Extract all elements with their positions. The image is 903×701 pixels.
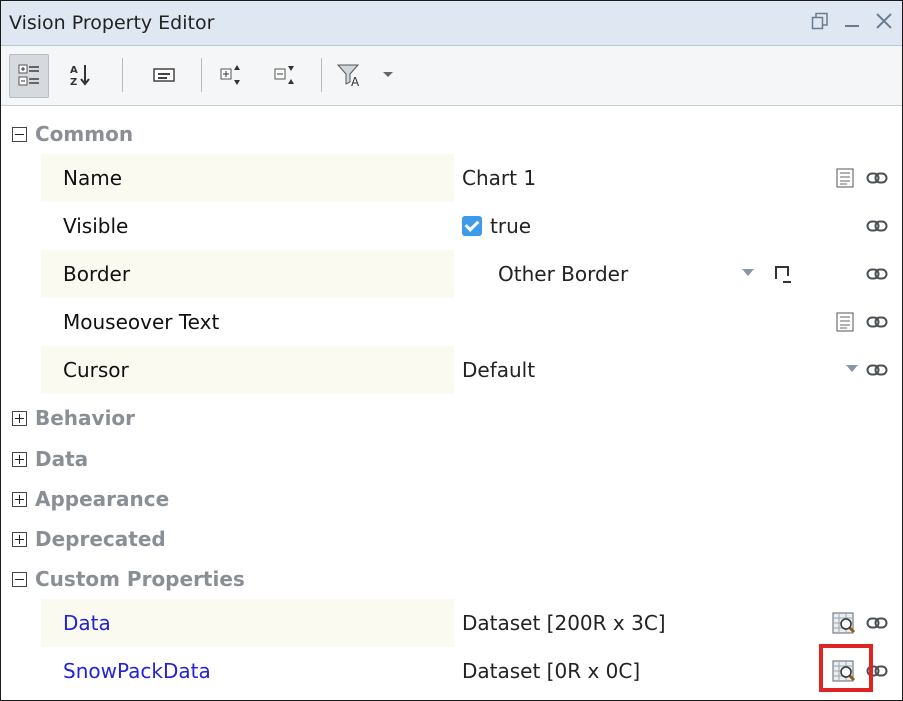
data-value: Dataset [200R x 3C] <box>462 611 666 635</box>
mouseover-text-field[interactable] <box>454 298 824 346</box>
property-label: Cursor <box>41 346 454 394</box>
toolbar-separator <box>201 58 202 92</box>
border-dropdown-arrow-icon[interactable] <box>742 269 754 276</box>
text-editor-icon[interactable] <box>834 166 856 190</box>
visible-text: true <box>490 214 532 238</box>
property-row-name[interactable]: Name Chart 1 <box>41 154 902 202</box>
property-row-cursor[interactable]: Cursor Default <box>41 346 902 394</box>
border-editor-icon[interactable] <box>771 262 795 286</box>
visible-value: true <box>454 202 824 250</box>
toolbar-separator <box>321 58 322 92</box>
link-icon[interactable] <box>864 358 890 382</box>
category-deprecated[interactable]: Deprecated <box>1 519 902 559</box>
link-icon[interactable] <box>864 310 890 334</box>
dataset-viewer-icon[interactable] <box>830 611 858 635</box>
property-row-mouseover-text[interactable]: Mouseover Text <box>41 298 902 346</box>
category-label: Common <box>35 122 134 146</box>
expand-icon[interactable] <box>12 451 27 467</box>
expand-all-icon[interactable] <box>215 54 249 96</box>
svg-text:Z: Z <box>70 77 77 88</box>
toolbar-separator <box>122 58 123 92</box>
restore-icon[interactable] <box>810 11 830 36</box>
expand-icon[interactable] <box>12 410 27 426</box>
text-editor-icon[interactable] <box>834 310 856 334</box>
close-icon[interactable] <box>874 11 894 36</box>
link-icon[interactable] <box>864 611 890 635</box>
link-icon[interactable] <box>864 166 890 190</box>
svg-text:A: A <box>70 65 78 76</box>
collapse-icon[interactable] <box>12 571 27 587</box>
sort-alphabetical-icon[interactable]: AZ <box>63 54 97 96</box>
filter-icon[interactable]: A <box>331 54 371 96</box>
category-appearance[interactable]: Appearance <box>1 479 902 519</box>
category-behavior[interactable]: Behavior <box>1 398 902 438</box>
categorized-view-icon[interactable] <box>9 54 49 98</box>
property-row-snowpackdata[interactable]: SnowPackData Dataset [0R x 0C] <box>41 647 902 695</box>
svg-text:A: A <box>351 75 360 88</box>
category-label: Behavior <box>35 406 136 430</box>
minimize-icon[interactable] <box>842 11 862 36</box>
property-label: Name <box>41 154 454 202</box>
property-label: Data <box>41 599 454 647</box>
property-label: Border <box>41 250 454 298</box>
property-row-visible[interactable]: Visible true <box>41 202 902 250</box>
collapse-icon[interactable] <box>12 126 27 142</box>
visible-checkbox[interactable] <box>462 216 482 236</box>
property-row-data[interactable]: Data Dataset [200R x 3C] <box>41 599 902 647</box>
expand-icon[interactable] <box>12 491 27 507</box>
window-controls <box>810 1 894 45</box>
property-row-border[interactable]: Border Other Border <box>41 250 902 298</box>
property-label: Mouseover Text <box>41 298 454 346</box>
category-custom-properties[interactable]: Custom Properties <box>1 559 902 599</box>
property-label: SnowPackData <box>41 647 454 695</box>
description-panel-icon[interactable] <box>147 54 181 96</box>
link-icon[interactable] <box>864 214 890 238</box>
expand-icon[interactable] <box>12 531 27 547</box>
category-data[interactable]: Data <box>1 439 902 479</box>
toolbar: AZ A <box>1 46 902 106</box>
border-dropdown[interactable]: Other Border <box>454 250 824 298</box>
collapse-all-icon[interactable] <box>269 54 303 96</box>
category-label: Appearance <box>35 487 170 511</box>
property-editor-window: Vision Property Editor AZ A Common Name … <box>0 0 903 701</box>
link-icon[interactable] <box>864 262 890 286</box>
cursor-dropdown-arrow-icon[interactable] <box>846 365 858 372</box>
cursor-dropdown[interactable]: Default <box>454 346 824 394</box>
category-label: Data <box>35 447 89 471</box>
property-label: Visible <box>41 202 454 250</box>
category-label: Deprecated <box>35 527 166 551</box>
dropdown-arrow-icon[interactable] <box>377 54 399 96</box>
highlight-box <box>819 644 873 692</box>
window-title: Vision Property Editor <box>9 12 215 34</box>
category-common[interactable]: Common <box>1 114 902 154</box>
snowpackdata-value: Dataset [0R x 0C] <box>462 659 641 683</box>
name-value-field[interactable]: Chart 1 <box>454 154 824 202</box>
category-label: Custom Properties <box>35 567 245 591</box>
title-bar: Vision Property Editor <box>1 1 902 46</box>
